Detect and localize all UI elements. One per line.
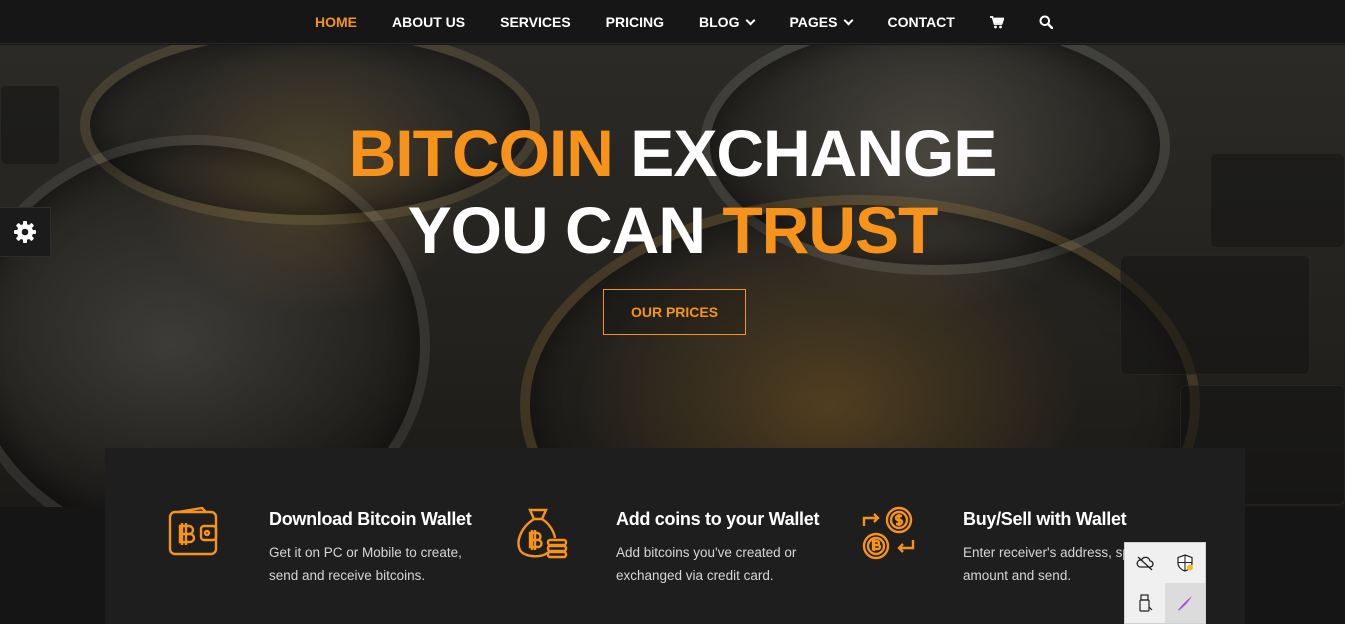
tray-item-onedrive[interactable] [1125, 543, 1165, 583]
top-navbar: HOME ABOUT US SERVICES PRICING BLOG PAGE… [0, 0, 1345, 44]
nav-item-home[interactable]: HOME [315, 14, 357, 30]
feature-description: Get it on PC or Mobile to create, send a… [269, 545, 462, 583]
cart-icon[interactable] [989, 15, 1004, 29]
chevron-down-icon [844, 15, 854, 25]
defender-icon [1177, 554, 1193, 572]
hero-highlight: TRUST [722, 193, 938, 267]
nav-label: ABOUT US [392, 14, 466, 30]
nav-label: PAGES [789, 14, 838, 30]
settings-toggle[interactable] [0, 207, 51, 257]
hero-text: EXCHANGE [630, 116, 997, 190]
hero-background-key [1120, 255, 1310, 375]
feature-title: Download Bitcoin Wallet [269, 509, 472, 529]
onedrive-offline-icon [1136, 556, 1154, 571]
nav-item-blog[interactable]: BLOG [699, 14, 756, 30]
nav-label: PRICING [605, 14, 665, 30]
system-tray-overflow [1124, 542, 1206, 624]
gear-icon [14, 221, 36, 243]
wallet-icon [168, 506, 218, 556]
nav-item-services[interactable]: SERVICES [500, 14, 571, 30]
nav-item-about-us[interactable]: ABOUT US [392, 14, 465, 30]
nav-item-contact[interactable]: CONTACT [887, 14, 954, 30]
tray-item-defender[interactable] [1165, 543, 1205, 583]
hero-text: YOU CAN [407, 193, 706, 267]
hero-section: BITCOIN EXCHANGE YOU CAN TRUST OUR PRICE… [0, 45, 1345, 507]
nav-menu: HOME ABOUT US SERVICES PRICING BLOG PAGE… [315, 0, 1088, 44]
usb-drive-icon [1139, 594, 1153, 612]
pen-icon [1178, 596, 1192, 611]
our-prices-button[interactable]: OUR PRICES [603, 289, 746, 335]
tray-item-usb[interactable] [1125, 583, 1165, 623]
nav-label: CONTACT [887, 14, 955, 30]
nav-item-pages[interactable]: PAGES [789, 14, 854, 30]
exchange-icon [862, 506, 915, 560]
features-section: Download Bitcoin Wallet Get it on PC or … [105, 448, 1245, 624]
chevron-down-icon [746, 15, 756, 25]
feature-title: Add coins to your Wallet [616, 509, 820, 529]
feature-description: Add bitcoins you've created or exchanged… [616, 545, 797, 583]
nav-item-pricing[interactable]: PRICING [606, 14, 664, 30]
hero-title-line-2: YOU CAN TRUST [0, 192, 1345, 268]
hero-title-line-1: BITCOIN EXCHANGE [0, 115, 1345, 191]
nav-label: HOME [315, 14, 357, 30]
money-bag-icon [517, 508, 568, 559]
hero-highlight: BITCOIN [348, 116, 614, 190]
search-icon[interactable] [1039, 15, 1053, 29]
tray-item-pen[interactable] [1165, 583, 1205, 623]
nav-label: BLOG [699, 14, 740, 30]
nav-label: SERVICES [500, 14, 571, 30]
feature-title: Buy/Sell with Wallet [963, 509, 1127, 529]
